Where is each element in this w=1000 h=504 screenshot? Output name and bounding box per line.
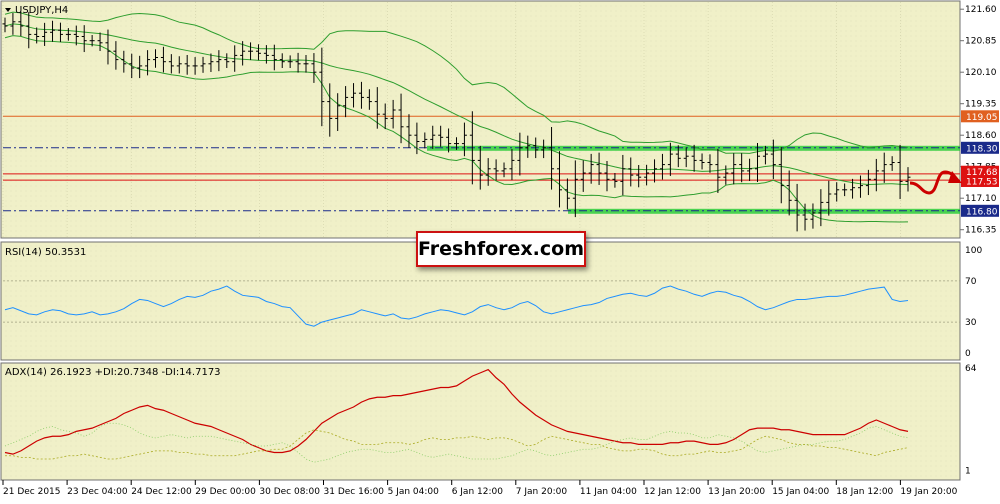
x-tick-label: 12 Jan 12:00 xyxy=(644,487,701,497)
x-tick-label: 29 Dec 00:00 xyxy=(195,487,256,497)
x-tick-label: 6 Jan 12:00 xyxy=(452,487,504,497)
price-tick-label: 117.10 xyxy=(965,194,997,204)
price-tick-label: 121.60 xyxy=(965,5,997,15)
x-tick-label: 5 Jan 04:00 xyxy=(388,487,440,497)
chart-terminal: 121.60120.85120.10119.35118.60117.85117.… xyxy=(0,0,1000,500)
x-tick-label: 19 Jan 20:00 xyxy=(900,487,957,497)
x-tick-label: 23 Dec 04:00 xyxy=(67,487,128,497)
x-tick-label: 18 Jan 12:00 xyxy=(836,487,893,497)
resistance-zone-price-tag: 118.30 xyxy=(966,144,998,154)
rsi-tick-label: 70 xyxy=(965,277,977,287)
low-current-price-tag: 117.53 xyxy=(966,177,998,187)
price-panel[interactable] xyxy=(0,0,961,239)
rsi-tick-label: 100 xyxy=(965,246,982,256)
price-tick-label: 118.60 xyxy=(965,131,997,141)
rsi-tick-label: 0 xyxy=(965,349,971,359)
current-price-tag: 117.68 xyxy=(966,168,998,178)
rsi-tick-label: 30 xyxy=(965,318,977,328)
symbol-header[interactable]: USDJPY,H4 xyxy=(5,5,68,16)
symbol-label: USDJPY,H4 xyxy=(15,5,68,16)
rsi-header: RSI(14) 50.3531 xyxy=(5,247,86,258)
x-tick-label: 13 Jan 20:00 xyxy=(708,487,765,497)
resistance-price-tag: 119.05 xyxy=(966,113,998,123)
x-tick-label: 30 Dec 08:00 xyxy=(259,487,320,497)
adx-tick-label: 64 xyxy=(965,364,977,374)
support-zone-price-tag: 116.80 xyxy=(966,207,998,217)
price-tick-label: 120.10 xyxy=(965,68,997,78)
x-tick-label: 7 Jan 20:00 xyxy=(516,487,568,497)
x-tick-label: 21 Dec 2015 xyxy=(3,487,61,497)
adx-panel[interactable] xyxy=(0,362,961,481)
watermark-banner: Freshforex.com xyxy=(416,231,586,267)
x-tick-label: 15 Jan 04:00 xyxy=(772,487,829,497)
x-tick-label: 24 Dec 12:00 xyxy=(131,487,192,497)
price-tick-label: 119.35 xyxy=(965,100,997,110)
x-tick-label: 11 Jan 04:00 xyxy=(580,487,637,497)
adx-header: ADX(14) 26.1923 +DI:20.7348 -DI:14.7173 xyxy=(5,367,221,378)
price-tick-label: 116.35 xyxy=(965,226,997,236)
price-tick-label: 120.85 xyxy=(965,37,997,47)
adx-tick-label: 1 xyxy=(965,466,971,476)
x-tick-label: 31 Dec 16:00 xyxy=(324,487,385,497)
